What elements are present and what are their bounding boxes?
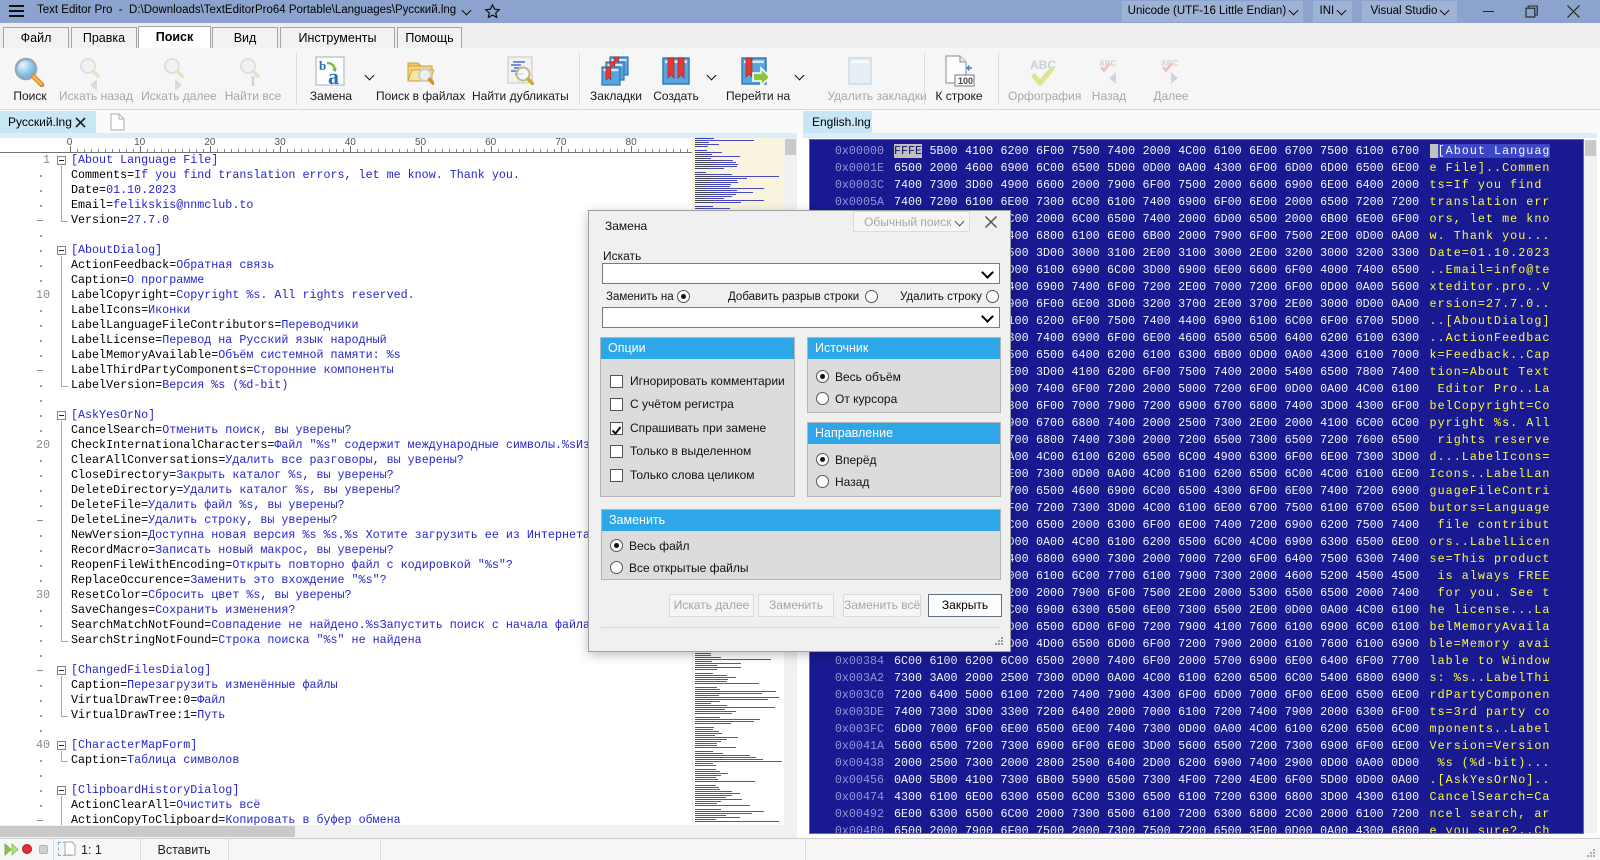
svg-text:100: 100: [958, 76, 973, 86]
svg-text:b: b: [319, 58, 326, 73]
